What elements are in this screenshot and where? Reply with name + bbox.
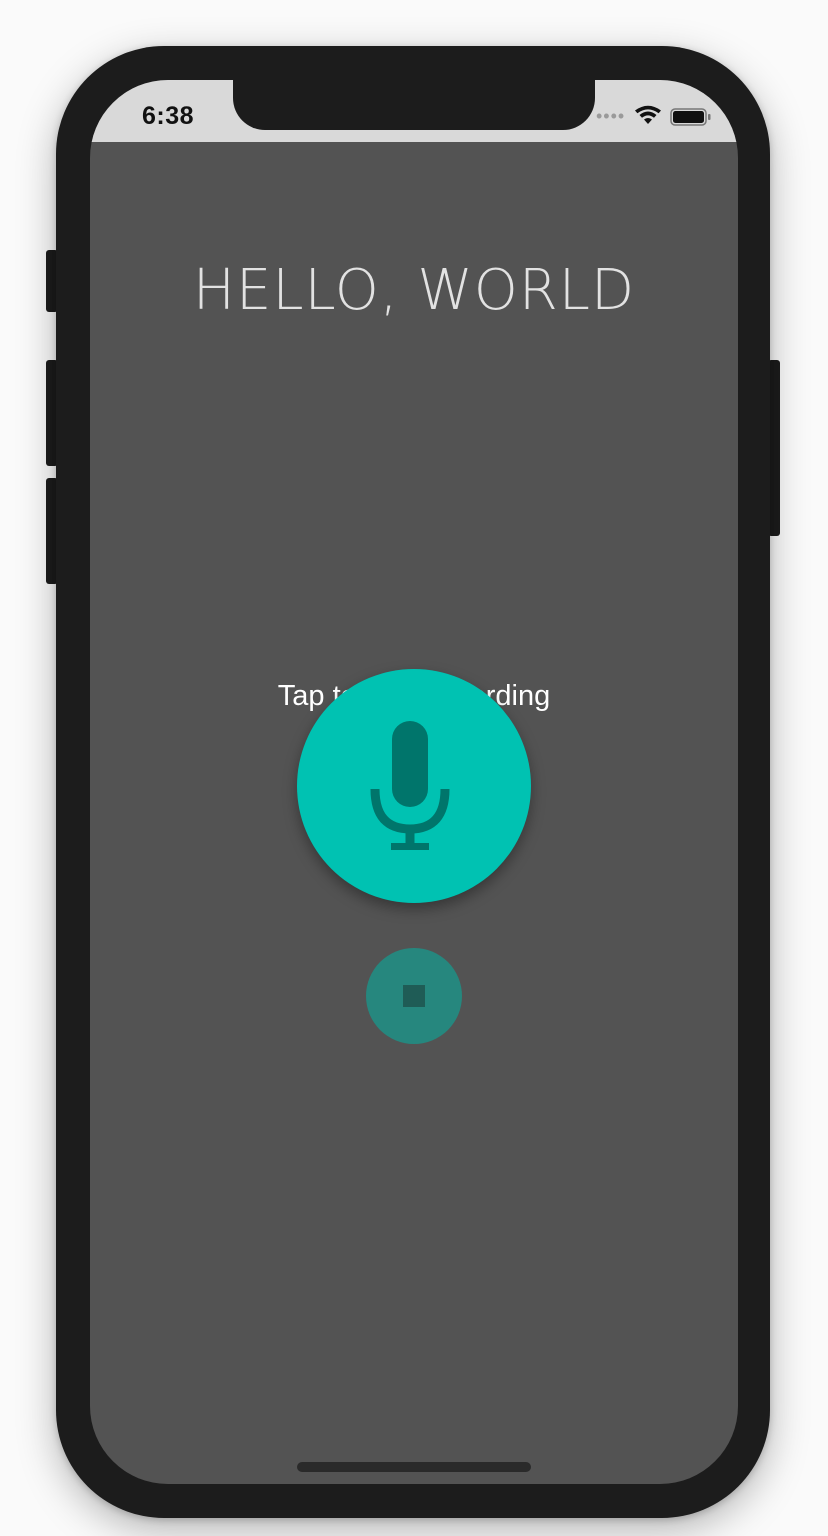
app-screen: 6:38 •••• HELLO, WORLD Tap to start reco… — [90, 80, 738, 1484]
status-time: 6:38 — [142, 102, 195, 130]
stop-button[interactable] — [366, 948, 462, 1044]
page-title: HELLO, WORLD — [192, 258, 636, 323]
home-indicator[interactable] — [297, 1462, 531, 1472]
stop-icon — [403, 985, 425, 1007]
record-button[interactable] — [297, 669, 531, 903]
notch — [233, 80, 595, 130]
battery-icon — [670, 108, 711, 126]
device-mockup: 6:38 •••• HELLO, WORLD Tap to start reco… — [0, 0, 828, 1536]
wifi-icon — [635, 105, 661, 124]
signal-dots-icon: •••• — [596, 106, 626, 126]
microphone-icon — [370, 721, 450, 850]
